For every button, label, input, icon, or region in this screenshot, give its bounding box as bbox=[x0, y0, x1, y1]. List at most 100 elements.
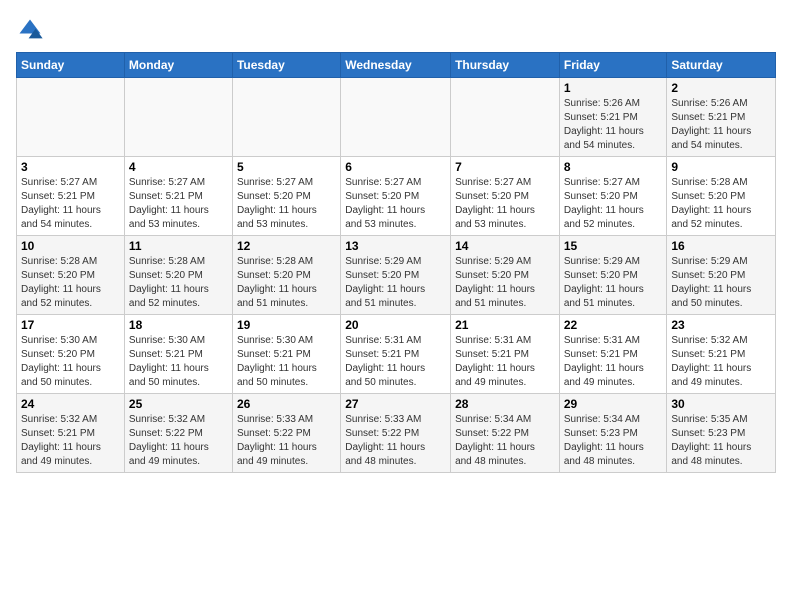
day-number: 20 bbox=[345, 318, 446, 332]
calendar-header: Sunday Monday Tuesday Wednesday Thursday… bbox=[17, 53, 776, 78]
week-row-3: 10 Sunrise: 5:28 AM Sunset: 5:20 PM Dayli… bbox=[17, 236, 776, 315]
day-info: Sunrise: 5:34 AM Sunset: 5:23 PM Dayligh… bbox=[564, 413, 663, 469]
day-cell: 28 Sunrise: 5:34 AM Sunset: 5:22 PM Dayli… bbox=[451, 394, 560, 473]
day-info: Sunrise: 5:27 AM Sunset: 5:20 PM Dayligh… bbox=[564, 176, 663, 232]
day-cell: 11Sunrise: 5:28 AM Sunset: 5:20 PM Dayli… bbox=[124, 236, 232, 315]
day-cell: 27Sunrise: 5:33 AM Sunset: 5:22 PM Dayli… bbox=[341, 394, 451, 473]
day-cell: 21 Sunrise: 5:31 AM Sunset: 5:21 PM Dayli… bbox=[451, 315, 560, 394]
day-cell: 25Sunrise: 5:32 AM Sunset: 5:22 PM Dayli… bbox=[124, 394, 232, 473]
day-info: Sunrise: 5:31 AM Sunset: 5:21 PM Dayligh… bbox=[455, 334, 555, 390]
week-row-4: 17 Sunrise: 5:30 AM Sunset: 5:20 PM Dayli… bbox=[17, 315, 776, 394]
day-cell: 12 Sunrise: 5:28 AM Sunset: 5:20 PM Dayli… bbox=[232, 236, 340, 315]
day-info: Sunrise: 5:31 AM Sunset: 5:21 PM Dayligh… bbox=[345, 334, 446, 390]
col-monday: Monday bbox=[124, 53, 232, 78]
day-info: Sunrise: 5:28 AM Sunset: 5:20 PM Dayligh… bbox=[671, 176, 771, 232]
day-number: 26 bbox=[237, 397, 336, 411]
day-cell: 26Sunrise: 5:33 AM Sunset: 5:22 PM Dayli… bbox=[232, 394, 340, 473]
day-number: 9 bbox=[671, 160, 771, 174]
day-number: 16 bbox=[671, 239, 771, 253]
calendar-table: Sunday Monday Tuesday Wednesday Thursday… bbox=[16, 52, 776, 473]
day-cell: 23 Sunrise: 5:32 AM Sunset: 5:21 PM Dayli… bbox=[667, 315, 776, 394]
week-row-5: 24Sunrise: 5:32 AM Sunset: 5:21 PM Dayli… bbox=[17, 394, 776, 473]
day-cell: 30 Sunrise: 5:35 AM Sunset: 5:23 PM Dayli… bbox=[667, 394, 776, 473]
day-number: 28 bbox=[455, 397, 555, 411]
day-cell: 16 Sunrise: 5:29 AM Sunset: 5:20 PM Dayli… bbox=[667, 236, 776, 315]
day-cell: 17 Sunrise: 5:30 AM Sunset: 5:20 PM Dayli… bbox=[17, 315, 125, 394]
col-friday: Friday bbox=[559, 53, 667, 78]
week-row-1: 1 Sunrise: 5:26 AM Sunset: 5:21 PM Daylig… bbox=[17, 78, 776, 157]
day-number: 18 bbox=[129, 318, 228, 332]
day-info: Sunrise: 5:28 AM Sunset: 5:20 PM Dayligh… bbox=[21, 255, 120, 311]
day-cell: 5 Sunrise: 5:27 AM Sunset: 5:20 PM Daylig… bbox=[232, 157, 340, 236]
header-row: Sunday Monday Tuesday Wednesday Thursday… bbox=[17, 53, 776, 78]
day-info: Sunrise: 5:29 AM Sunset: 5:20 PM Dayligh… bbox=[564, 255, 663, 311]
day-number: 8 bbox=[564, 160, 663, 174]
day-cell bbox=[341, 78, 451, 157]
day-cell: 24Sunrise: 5:32 AM Sunset: 5:21 PM Dayli… bbox=[17, 394, 125, 473]
day-cell: 6Sunrise: 5:27 AM Sunset: 5:20 PM Daylig… bbox=[341, 157, 451, 236]
day-number: 23 bbox=[671, 318, 771, 332]
day-number: 13 bbox=[345, 239, 446, 253]
calendar-body: 1 Sunrise: 5:26 AM Sunset: 5:21 PM Daylig… bbox=[17, 78, 776, 473]
day-cell: 7 Sunrise: 5:27 AM Sunset: 5:20 PM Daylig… bbox=[451, 157, 560, 236]
col-saturday: Saturday bbox=[667, 53, 776, 78]
day-number: 4 bbox=[129, 160, 228, 174]
day-cell: 19Sunrise: 5:30 AM Sunset: 5:21 PM Dayli… bbox=[232, 315, 340, 394]
day-number: 6 bbox=[345, 160, 446, 174]
day-cell: 10 Sunrise: 5:28 AM Sunset: 5:20 PM Dayli… bbox=[17, 236, 125, 315]
day-cell: 14 Sunrise: 5:29 AM Sunset: 5:20 PM Dayli… bbox=[451, 236, 560, 315]
day-cell bbox=[17, 78, 125, 157]
day-cell bbox=[124, 78, 232, 157]
day-cell: 18 Sunrise: 5:30 AM Sunset: 5:21 PM Dayli… bbox=[124, 315, 232, 394]
week-row-2: 3Sunrise: 5:27 AM Sunset: 5:21 PM Daylig… bbox=[17, 157, 776, 236]
day-cell: 9 Sunrise: 5:28 AM Sunset: 5:20 PM Daylig… bbox=[667, 157, 776, 236]
day-cell: 13Sunrise: 5:29 AM Sunset: 5:20 PM Dayli… bbox=[341, 236, 451, 315]
col-wednesday: Wednesday bbox=[341, 53, 451, 78]
day-cell: 20 Sunrise: 5:31 AM Sunset: 5:21 PM Dayli… bbox=[341, 315, 451, 394]
day-cell: 8 Sunrise: 5:27 AM Sunset: 5:20 PM Daylig… bbox=[559, 157, 667, 236]
page-header bbox=[16, 16, 776, 44]
day-number: 1 bbox=[564, 81, 663, 95]
day-info: Sunrise: 5:27 AM Sunset: 5:20 PM Dayligh… bbox=[237, 176, 336, 232]
day-cell bbox=[451, 78, 560, 157]
day-number: 7 bbox=[455, 160, 555, 174]
col-tuesday: Tuesday bbox=[232, 53, 340, 78]
day-number: 22 bbox=[564, 318, 663, 332]
day-info: Sunrise: 5:30 AM Sunset: 5:20 PM Dayligh… bbox=[21, 334, 120, 390]
day-info: Sunrise: 5:27 AM Sunset: 5:21 PM Dayligh… bbox=[21, 176, 120, 232]
day-info: Sunrise: 5:28 AM Sunset: 5:20 PM Dayligh… bbox=[237, 255, 336, 311]
day-info: Sunrise: 5:32 AM Sunset: 5:21 PM Dayligh… bbox=[21, 413, 120, 469]
day-number: 10 bbox=[21, 239, 120, 253]
day-number: 5 bbox=[237, 160, 336, 174]
logo-icon bbox=[16, 16, 44, 44]
day-info: Sunrise: 5:32 AM Sunset: 5:21 PM Dayligh… bbox=[671, 334, 771, 390]
day-number: 14 bbox=[455, 239, 555, 253]
day-number: 30 bbox=[671, 397, 771, 411]
day-info: Sunrise: 5:34 AM Sunset: 5:22 PM Dayligh… bbox=[455, 413, 555, 469]
day-cell: 22 Sunrise: 5:31 AM Sunset: 5:21 PM Dayli… bbox=[559, 315, 667, 394]
day-number: 17 bbox=[21, 318, 120, 332]
day-cell: 2 Sunrise: 5:26 AM Sunset: 5:21 PM Daylig… bbox=[667, 78, 776, 157]
day-number: 2 bbox=[671, 81, 771, 95]
day-number: 12 bbox=[237, 239, 336, 253]
day-number: 29 bbox=[564, 397, 663, 411]
day-info: Sunrise: 5:30 AM Sunset: 5:21 PM Dayligh… bbox=[237, 334, 336, 390]
day-info: Sunrise: 5:28 AM Sunset: 5:20 PM Dayligh… bbox=[129, 255, 228, 311]
day-info: Sunrise: 5:29 AM Sunset: 5:20 PM Dayligh… bbox=[455, 255, 555, 311]
day-info: Sunrise: 5:35 AM Sunset: 5:23 PM Dayligh… bbox=[671, 413, 771, 469]
day-info: Sunrise: 5:31 AM Sunset: 5:21 PM Dayligh… bbox=[564, 334, 663, 390]
day-info: Sunrise: 5:29 AM Sunset: 5:20 PM Dayligh… bbox=[671, 255, 771, 311]
day-number: 21 bbox=[455, 318, 555, 332]
day-cell bbox=[232, 78, 340, 157]
day-info: Sunrise: 5:30 AM Sunset: 5:21 PM Dayligh… bbox=[129, 334, 228, 390]
day-cell: 3Sunrise: 5:27 AM Sunset: 5:21 PM Daylig… bbox=[17, 157, 125, 236]
day-info: Sunrise: 5:27 AM Sunset: 5:20 PM Dayligh… bbox=[455, 176, 555, 232]
logo bbox=[16, 16, 48, 44]
day-info: Sunrise: 5:26 AM Sunset: 5:21 PM Dayligh… bbox=[564, 97, 663, 153]
day-info: Sunrise: 5:33 AM Sunset: 5:22 PM Dayligh… bbox=[345, 413, 446, 469]
day-cell: 29 Sunrise: 5:34 AM Sunset: 5:23 PM Dayli… bbox=[559, 394, 667, 473]
col-thursday: Thursday bbox=[451, 53, 560, 78]
day-number: 25 bbox=[129, 397, 228, 411]
day-number: 15 bbox=[564, 239, 663, 253]
day-info: Sunrise: 5:26 AM Sunset: 5:21 PM Dayligh… bbox=[671, 97, 771, 153]
